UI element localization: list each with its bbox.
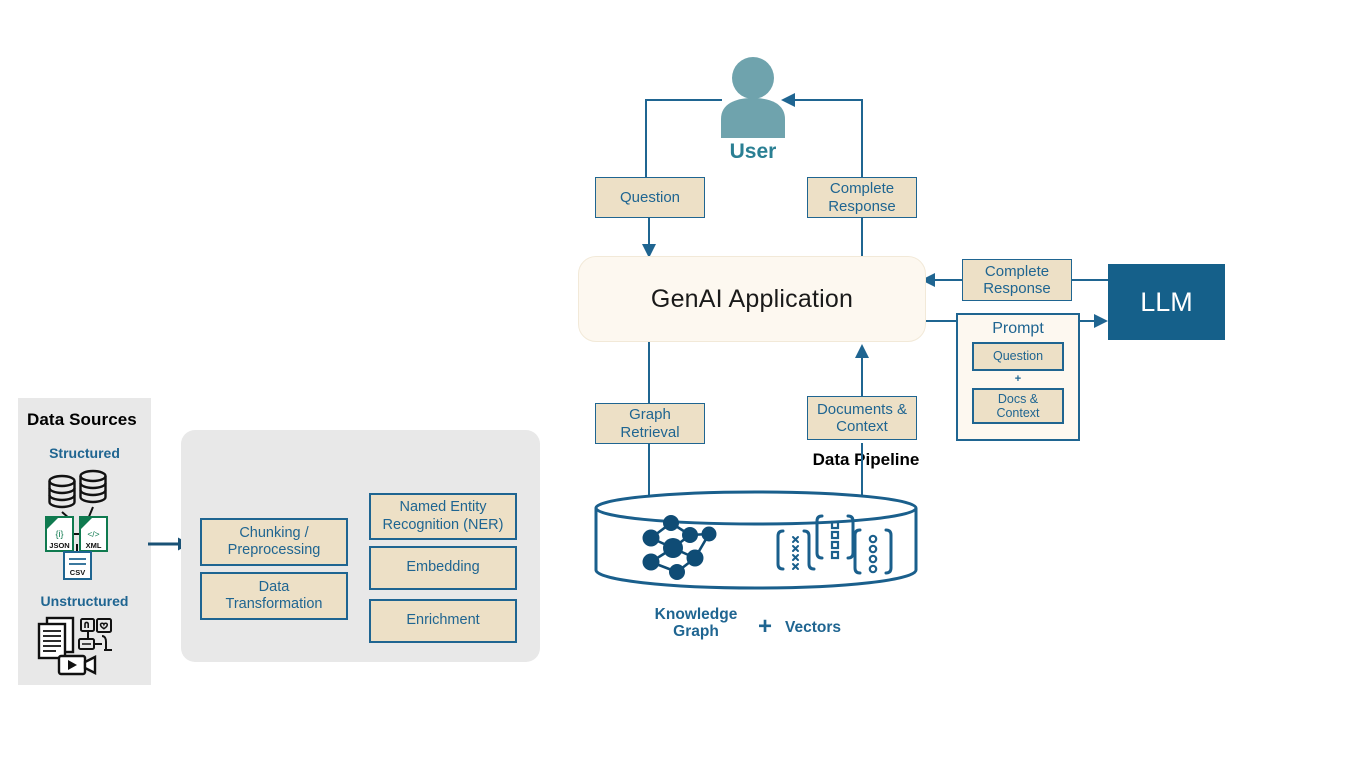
diagram-canvas: Data Sources Structured {i} JSON </> XML…: [0, 0, 1370, 765]
prompt-title: Prompt: [992, 320, 1044, 337]
flow-box-graph-retrieval[interactable]: Graph Retrieval: [595, 403, 705, 444]
flow-box-complete-response-user[interactable]: Complete Response: [807, 177, 917, 218]
database-plus: +: [757, 613, 772, 640]
flow-connectors: [642, 93, 1108, 512]
prompt-plus: +: [1014, 373, 1022, 385]
prompt-docs-context-box: Docs & Context: [972, 388, 1064, 424]
prompt-box[interactable]: Prompt Question + Docs & Context: [956, 313, 1080, 441]
arrowhead-prompt-to-llm: [1094, 314, 1108, 328]
arrowhead-docs-to-genai: [855, 344, 869, 358]
knowledge-graph-label: Knowledge Graph: [654, 606, 738, 641]
knowledge-graph-database[interactable]: [594, 490, 918, 596]
user-avatar-icon: [718, 56, 788, 138]
flow-box-documents-context[interactable]: Documents & Context: [807, 396, 917, 440]
llm-box[interactable]: LLM: [1108, 264, 1225, 340]
flow-box-complete-response-llm[interactable]: Complete Response: [962, 259, 1072, 301]
prompt-question-box: Question: [972, 342, 1064, 371]
genai-application-box[interactable]: GenAI Application: [578, 256, 926, 342]
user-label: User: [729, 140, 777, 163]
flow-box-question[interactable]: Question: [595, 177, 705, 218]
vectors-label: Vectors: [785, 619, 842, 636]
